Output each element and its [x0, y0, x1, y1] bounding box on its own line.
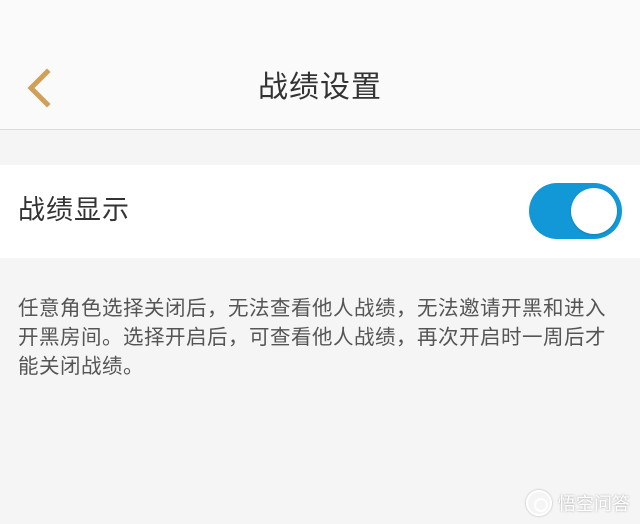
record-display-label: 战绩显示 [18, 195, 130, 226]
nav-header: 战绩设置 [0, 0, 640, 130]
settings-row-record-display: 战绩显示 [0, 165, 640, 258]
description-text: 任意角色选择关闭后，无法查看他人战绩，无法邀请开黑和进入开黑房间。选择开启后，可… [18, 296, 606, 378]
watermark-logo-icon [526, 490, 552, 516]
watermark-text: 悟空问答 [558, 494, 630, 515]
watermark: 悟空问答 [526, 490, 630, 516]
toggle-knob [571, 188, 617, 234]
record-display-toggle[interactable] [529, 183, 622, 239]
page-title: 战绩设置 [258, 70, 382, 105]
